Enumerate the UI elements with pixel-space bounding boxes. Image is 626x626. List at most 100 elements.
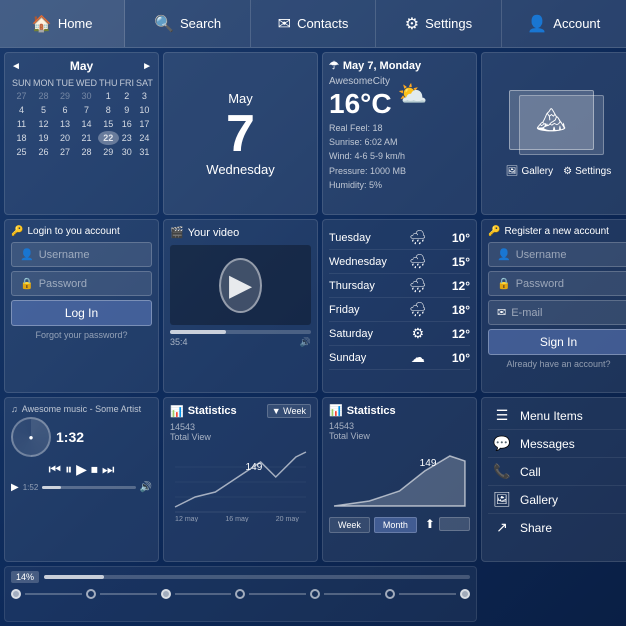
key-icon: 🔑 bbox=[11, 226, 23, 237]
forecast-temp: 10° bbox=[452, 351, 470, 365]
weather-panel: ☂ May 7, Monday AwesomeCity 16°C ⛅ Real … bbox=[322, 52, 477, 215]
cal-day[interactable]: 9 bbox=[119, 103, 136, 117]
main-slider[interactable] bbox=[44, 575, 470, 579]
cal-day[interactable]: 19 bbox=[32, 131, 55, 145]
cal-day[interactable]: 3 bbox=[135, 89, 154, 103]
cal-day[interactable]: 14 bbox=[75, 117, 98, 131]
music-play-button[interactable]: ▶ bbox=[76, 461, 87, 478]
forecast-icon: 🌧 bbox=[409, 277, 427, 294]
dot-indicator[interactable] bbox=[310, 589, 320, 599]
user-icon: 👤 bbox=[20, 248, 34, 261]
cal-day[interactable]: 15 bbox=[98, 117, 119, 131]
music-panel: ♫ Awesome music - Some Artist ● 1:32 ⏮ ⏸… bbox=[4, 397, 159, 562]
cal-day[interactable]: 26 bbox=[32, 145, 55, 159]
register-password-field[interactable]: 🔒 Password bbox=[488, 271, 626, 296]
login-button[interactable]: Log In bbox=[11, 300, 152, 326]
cal-prev-button[interactable]: ◄ bbox=[11, 61, 21, 72]
gallery-button[interactable]: 🖼 Gallery bbox=[506, 166, 553, 177]
stats-month-tab[interactable]: Month bbox=[374, 517, 417, 533]
forecast-day: Saturday bbox=[329, 328, 384, 340]
video-progress-bar[interactable] bbox=[170, 330, 311, 334]
music-next-button[interactable]: ⏭ bbox=[102, 461, 115, 478]
cal-day[interactable]: 30 bbox=[75, 89, 98, 103]
dot-indicator[interactable] bbox=[460, 589, 470, 599]
main-slider-fill bbox=[44, 575, 104, 579]
cal-day[interactable]: 22 bbox=[98, 131, 119, 145]
cal-day[interactable]: 31 bbox=[135, 145, 154, 159]
calendar-header: ◄ May ► bbox=[11, 59, 152, 73]
nav-search[interactable]: 🔍 Search bbox=[125, 0, 250, 47]
menu-item-gallery[interactable]: 🖼 Gallery bbox=[488, 486, 626, 514]
forecast-icon: ⚙ bbox=[412, 325, 425, 342]
register-username-field[interactable]: 👤 Username bbox=[488, 242, 626, 267]
gallery-settings-button[interactable]: ⚙ Settings bbox=[563, 166, 611, 177]
menu-item-share[interactable]: ↗ Share bbox=[488, 514, 626, 541]
nav-contacts[interactable]: ✉ Contacts bbox=[251, 0, 376, 47]
menu-item-menu-items[interactable]: ☰ Menu Items bbox=[488, 402, 626, 430]
cal-day[interactable]: 1 bbox=[98, 89, 119, 103]
menu-icon: ☰ bbox=[492, 407, 512, 424]
cal-day[interactable]: 30 bbox=[119, 145, 136, 159]
menu-label: Messages bbox=[520, 437, 575, 451]
video-play-button[interactable]: ▶ bbox=[170, 245, 311, 325]
cal-day[interactable]: 23 bbox=[119, 131, 136, 145]
cal-day[interactable]: 5 bbox=[32, 103, 55, 117]
cal-day[interactable]: 10 bbox=[135, 103, 154, 117]
cal-day[interactable]: 8 bbox=[98, 103, 119, 117]
forecast-row: Sunday ☁ 10° bbox=[329, 346, 470, 370]
music-progress-slider[interactable] bbox=[42, 486, 135, 489]
cal-day[interactable]: 17 bbox=[135, 117, 154, 131]
cal-day[interactable]: 21 bbox=[75, 131, 98, 145]
cal-day[interactable]: 6 bbox=[55, 103, 75, 117]
cal-day[interactable]: 29 bbox=[55, 89, 75, 103]
stats-chart-right: 149 12 may 16 may 20 may bbox=[329, 441, 470, 511]
forecast-day: Friday bbox=[329, 304, 384, 316]
stats-panel-right: 📊 Statistics 14543 Total View 149 12 may… bbox=[322, 397, 477, 562]
music-prev-button[interactable]: ⏮ bbox=[49, 461, 62, 478]
cal-next-button[interactable]: ► bbox=[142, 61, 152, 72]
nav-contacts-label: Contacts bbox=[297, 16, 348, 31]
dot-indicator[interactable] bbox=[385, 589, 395, 599]
cal-day[interactable]: 27 bbox=[55, 145, 75, 159]
forgot-password-link[interactable]: Forgot your password? bbox=[11, 330, 152, 340]
cal-day[interactable]: 25 bbox=[11, 145, 32, 159]
stats-header-left: 📊 Statistics ▼ Week bbox=[170, 404, 311, 418]
music-stop-button[interactable]: ⏹ bbox=[91, 461, 98, 478]
cal-day[interactable]: 2 bbox=[119, 89, 136, 103]
cal-day[interactable]: 4 bbox=[11, 103, 32, 117]
stats-week-button[interactable]: ▼ Week bbox=[267, 404, 311, 418]
cal-day[interactable]: 13 bbox=[55, 117, 75, 131]
register-email-field[interactable]: ✉ E-mail bbox=[488, 300, 626, 325]
signin-button[interactable]: Sign In bbox=[488, 329, 626, 355]
cal-day[interactable]: 24 bbox=[135, 131, 154, 145]
forecast-icon: 🌧 bbox=[409, 301, 427, 318]
cal-day[interactable]: 20 bbox=[55, 131, 75, 145]
nav-account[interactable]: 👤 Account bbox=[502, 0, 626, 47]
username-field[interactable]: 👤 Username bbox=[11, 242, 152, 267]
menu-item-call[interactable]: 📞 Call bbox=[488, 458, 626, 486]
cal-day[interactable]: 11 bbox=[11, 117, 32, 131]
cal-day[interactable]: 16 bbox=[119, 117, 136, 131]
cal-day[interactable]: 29 bbox=[98, 145, 119, 159]
cal-day[interactable]: 27 bbox=[11, 89, 32, 103]
cal-day[interactable]: 12 bbox=[32, 117, 55, 131]
cal-day[interactable]: 28 bbox=[32, 89, 55, 103]
password-field[interactable]: 🔒 Password bbox=[11, 271, 152, 296]
big-month: May bbox=[228, 91, 253, 106]
nav-home[interactable]: 🏠 Home bbox=[0, 0, 125, 47]
stats-week-tab[interactable]: Week bbox=[329, 517, 370, 533]
dot-indicator[interactable] bbox=[161, 589, 171, 599]
music-time-display: 1:32 bbox=[56, 429, 84, 445]
dot-indicator[interactable] bbox=[86, 589, 96, 599]
nav-account-label: Account bbox=[553, 16, 600, 31]
already-account-link[interactable]: Already have an account? bbox=[488, 359, 626, 369]
dot-indicator[interactable] bbox=[11, 589, 21, 599]
menu-item-messages[interactable]: 💬 Messages bbox=[488, 430, 626, 458]
password-placeholder: Password bbox=[39, 278, 87, 290]
dot-indicator[interactable] bbox=[235, 589, 245, 599]
nav-settings[interactable]: ⚙ Settings bbox=[376, 0, 501, 47]
music-pause-button[interactable]: ⏸ bbox=[65, 461, 72, 478]
cal-day[interactable]: 28 bbox=[75, 145, 98, 159]
cal-day[interactable]: 7 bbox=[75, 103, 98, 117]
cal-day[interactable]: 18 bbox=[11, 131, 32, 145]
